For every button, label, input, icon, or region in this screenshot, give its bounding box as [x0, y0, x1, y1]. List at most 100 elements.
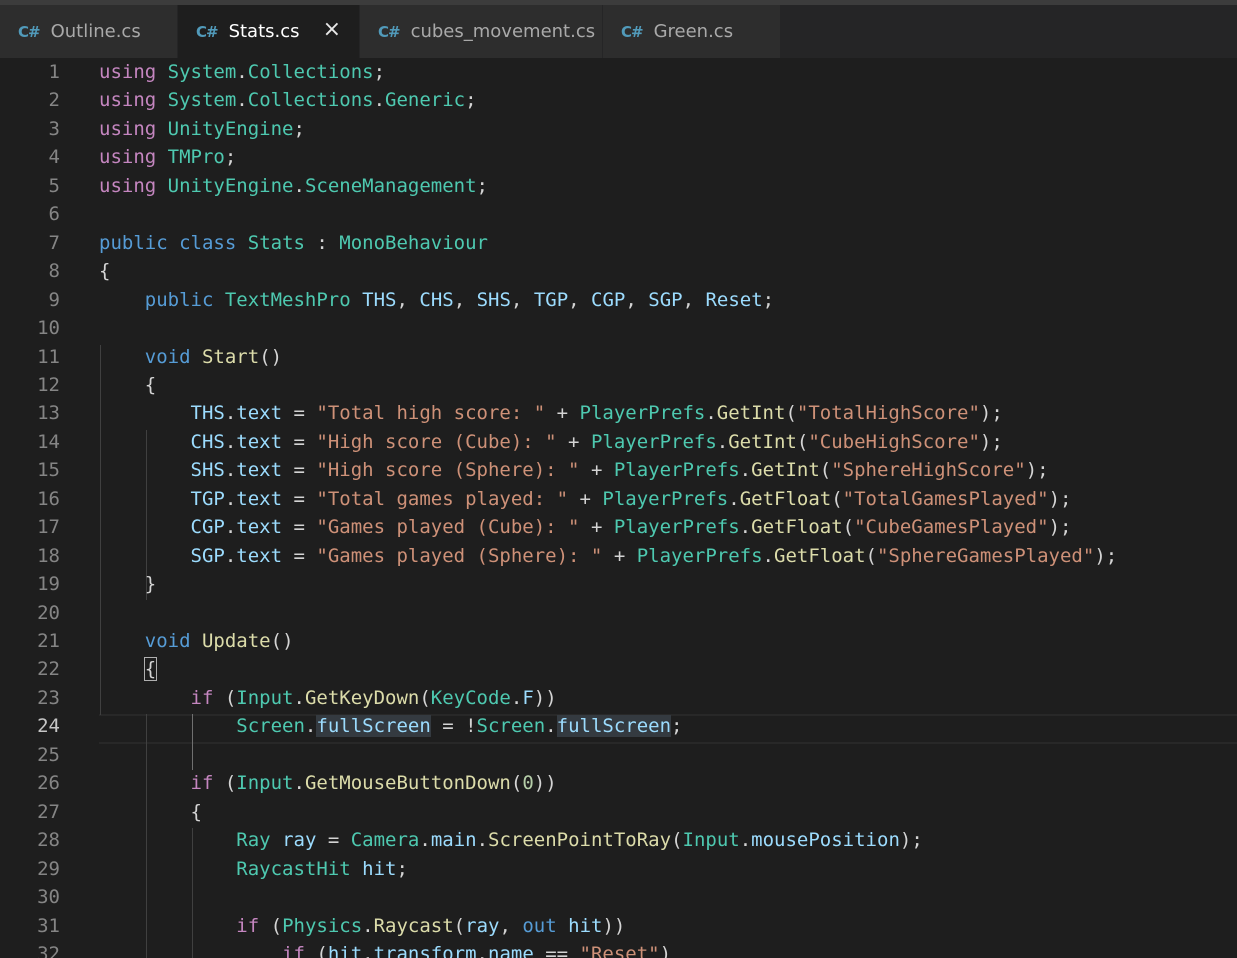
code-token: . — [236, 61, 248, 83]
line-number: 10 — [37, 317, 60, 339]
code-token: "Games played (Sphere): " — [316, 545, 603, 567]
code-line[interactable]: 18 SGP.text = "Games played (Sphere): " … — [0, 542, 1237, 570]
code-line[interactable]: 25 — [0, 741, 1237, 769]
code-line[interactable]: 6 — [0, 200, 1237, 228]
code-token: CGP — [591, 289, 626, 311]
code-token: PlayerPrefs — [602, 488, 729, 510]
code-line[interactable]: 28 Ray ray = Camera.main.ScreenPointToRa… — [0, 826, 1237, 854]
code-token: Input — [236, 772, 294, 794]
code-line[interactable]: 4 using TMPro; — [0, 143, 1237, 171]
code-text: if (hit.transform.name == "Reset") — [99, 940, 671, 958]
code-token: = — [282, 459, 317, 481]
code-token: + — [579, 459, 614, 481]
code-token: "High score (Sphere): " — [316, 459, 580, 481]
tab-label: Outline.cs — [50, 21, 141, 42]
line-number: 17 — [37, 516, 60, 538]
line-number: 9 — [48, 289, 60, 311]
code-token: + — [602, 545, 637, 567]
code-token: CHS — [419, 289, 454, 311]
code-line[interactable]: 13 THS.text = "Total high score: " + Pla… — [0, 399, 1237, 427]
code-token: . — [728, 488, 740, 510]
code-token: . — [476, 943, 488, 958]
code-token: Ray — [236, 829, 271, 851]
code-line[interactable]: 10 — [0, 314, 1237, 342]
code-line[interactable]: 1 using System.Collections; — [0, 58, 1237, 86]
code-token: )) — [533, 772, 557, 794]
code-token: GetFloat — [751, 516, 843, 538]
line-number: 2 — [48, 89, 60, 111]
code-line[interactable]: 22 { — [0, 655, 1237, 683]
code-token: . — [293, 175, 305, 197]
code-line[interactable]: 14 CHS.text = "High score (Cube): " + Pl… — [0, 428, 1237, 456]
code-line[interactable]: 32 if (hit.transform.name == "Reset") — [0, 940, 1237, 958]
code-token: ; — [762, 289, 775, 311]
code-line[interactable]: 12 { — [0, 371, 1237, 399]
code-line[interactable]: 11 void Start() — [0, 343, 1237, 371]
code-line[interactable]: 23 if (Input.GetKeyDown(KeyCode.F)) — [0, 684, 1237, 712]
code-token: ray — [282, 829, 317, 851]
code-token: } — [99, 573, 157, 595]
code-line[interactable]: 2 using System.Collections.Generic; — [0, 86, 1237, 114]
code-line[interactable]: 30 — [0, 883, 1237, 911]
code-token: if — [236, 915, 260, 937]
tab-outline-cs[interactable]: C# Outline.cs — [0, 5, 178, 58]
code-line[interactable]: 5 using UnityEngine.SceneManagement; — [0, 172, 1237, 200]
code-token: "SphereHighScore" — [831, 459, 1026, 481]
code-token: GetInt — [751, 459, 820, 481]
code-line[interactable]: 20 — [0, 599, 1237, 627]
code-token: GetMouseButtonDown — [304, 772, 511, 794]
tab-cubes-movement-cs[interactable]: C# cubes_movement.cs — [360, 5, 603, 58]
code-token: = — [316, 829, 351, 851]
code-token: ( — [259, 915, 283, 937]
close-tab-icon[interactable]: × — [323, 19, 341, 41]
code-token: GetKeyDown — [304, 687, 420, 709]
code-editor[interactable]: 1 using System.Collections; 2 using System.… — [0, 58, 1237, 958]
code-line[interactable]: 31 if (Physics.Raycast(ray, out hit)) — [0, 912, 1237, 940]
code-token: + — [579, 516, 614, 538]
code-token: SceneManagement — [304, 175, 477, 197]
code-token: out — [522, 915, 557, 937]
code-token: . — [373, 89, 386, 111]
code-token: ; — [396, 858, 408, 880]
tab-stats-cs[interactable]: C# Stats.cs × — [178, 5, 360, 58]
line-number: 3 — [48, 118, 60, 140]
code-line[interactable]: 15 SHS.text = "High score (Sphere): " + … — [0, 456, 1237, 484]
code-token: hit — [568, 915, 603, 937]
line-number: 5 — [48, 175, 60, 197]
line-number: 29 — [37, 858, 60, 880]
code-token: ( — [819, 459, 832, 481]
line-number: 28 — [37, 829, 60, 851]
code-line[interactable]: 24 Screen.fullScreen = !Screen.fullScree… — [0, 712, 1237, 740]
tab-green-cs[interactable]: C# Green.cs — [603, 5, 781, 58]
code-token: ; — [671, 715, 683, 737]
code-token: GetFloat — [739, 488, 832, 510]
code-token: TextMeshPro — [224, 289, 351, 311]
code-line[interactable]: 9 public TextMeshPro THS, CHS, SHS, TGP,… — [0, 286, 1237, 314]
code-line[interactable]: 8{ — [0, 257, 1237, 285]
code-token: GetFloat — [774, 545, 866, 567]
code-line[interactable]: 27 { — [0, 798, 1237, 826]
code-line[interactable]: 29 RaycastHit hit; — [0, 855, 1237, 883]
code-token: "CubeGamesPlayed" — [854, 516, 1049, 538]
code-token: main — [430, 829, 477, 851]
code-line[interactable]: 17 CGP.text = "Games played (Cube): " + … — [0, 513, 1237, 541]
code-token: CGP — [190, 516, 225, 538]
code-token: Physics — [282, 915, 363, 937]
code-line[interactable]: 19 } — [0, 570, 1237, 598]
code-text: public TextMeshPro THS, CHS, SHS, TGP, C… — [99, 286, 774, 314]
code-token: THS — [362, 289, 397, 311]
code-line[interactable]: 21 void Update() — [0, 627, 1237, 655]
code-line[interactable]: 3 using UnityEngine; — [0, 115, 1237, 143]
line-number: 24 — [37, 715, 60, 737]
line-number: 15 — [37, 459, 60, 481]
code-line[interactable]: 7 public class Stats : MonoBehaviour — [0, 229, 1237, 257]
code-text: CGP.text = "Games played (Cube): " + Pla… — [99, 513, 1072, 541]
code-token: UnityEngine — [167, 118, 294, 140]
code-line[interactable]: 26 if (Input.GetMouseButtonDown(0)) — [0, 769, 1237, 797]
code-line[interactable]: 16 TGP.text = "Total games played: " + P… — [0, 485, 1237, 513]
